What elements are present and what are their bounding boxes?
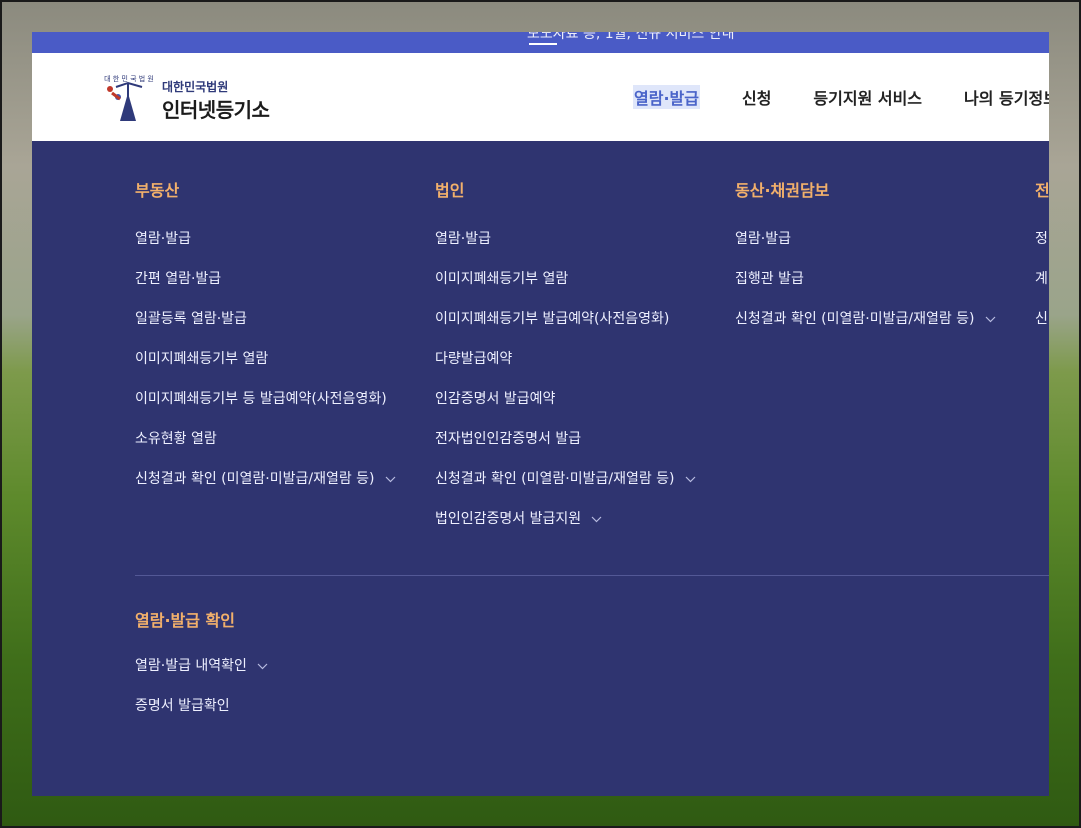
menu-link-expandable[interactable]: 신청결과 확인 (미열람·미발급/재열람 등) xyxy=(735,308,996,348)
chevron-down-icon xyxy=(685,476,695,482)
ticker-underline xyxy=(529,43,557,45)
nav-item-my-registry[interactable]: 나의 등기정보 xyxy=(964,85,1049,109)
menu-link[interactable]: 열람·발급 xyxy=(135,228,396,268)
menu-link-expandable[interactable]: 신청결과 확인 (미열람·미발급/재열람 등) xyxy=(435,468,696,508)
menu-link[interactable]: 이미지폐쇄등기부 열람 xyxy=(135,348,396,388)
menu-column-real-estate: 부동산 열람·발급 간편 열람·발급 일괄등록 열람·발급 이미지폐쇄등기부 열… xyxy=(135,177,396,508)
top-notice-bar: 보도자료 등, 1월, 신규 서비스 안내 xyxy=(32,32,1049,53)
menu-link[interactable]: 인감증명서 발급예약 xyxy=(435,388,696,428)
menu-link[interactable]: 이미지폐쇄등기부 발급예약(사전음영화) xyxy=(435,308,696,348)
court-emblem-icon: 대 한 민 국 법 원 xyxy=(104,74,154,121)
menu-link[interactable]: 계 xyxy=(1035,268,1049,308)
menu-link[interactable]: 열람·발급 xyxy=(735,228,996,268)
chevron-down-icon xyxy=(257,663,268,669)
menu-link[interactable]: 소유현황 열람 xyxy=(135,428,396,468)
menu-link-expandable[interactable]: 신청결과 확인 (미열람·미발급/재열람 등) xyxy=(135,468,396,508)
menu-column-electronic: 전 정 계 신 xyxy=(1035,177,1049,348)
mega-menu-panel: 부동산 열람·발급 간편 열람·발급 일괄등록 열람·발급 이미지폐쇄등기부 열… xyxy=(32,141,1049,796)
site-logo[interactable]: 대 한 민 국 법 원 대한민국법원 인터넷등기소 xyxy=(98,69,288,129)
column-title: 동산·채권담보 xyxy=(735,181,830,200)
menu-link[interactable]: 전자법인인감증명서 발급 xyxy=(435,428,696,468)
menu-link[interactable]: 신 xyxy=(1035,308,1049,348)
menu-link[interactable]: 열람·발급 xyxy=(435,228,696,268)
menu-link[interactable]: 이미지폐쇄등기부 열람 xyxy=(435,268,696,308)
menu-link[interactable]: 다량발급예약 xyxy=(435,348,696,388)
column-title: 열람·발급 확인 xyxy=(135,611,235,630)
main-nav: 열람·발급 신청 등기지원 서비스 나의 등기정보 xyxy=(633,53,1049,141)
column-title: 법인 xyxy=(435,181,465,200)
section-divider xyxy=(135,575,1049,576)
menu-link[interactable]: 간편 열람·발급 xyxy=(135,268,396,308)
menu-link-expandable[interactable]: 법인인감증명서 발급지원 xyxy=(435,508,696,548)
menu-link[interactable]: 일괄등록 열람·발급 xyxy=(135,308,396,348)
menu-link[interactable]: 이미지폐쇄등기부 등 발급예약(사전음영화) xyxy=(135,388,396,428)
menu-link[interactable]: 증명서 발급확인 xyxy=(135,695,268,735)
menu-link[interactable]: 집행관 발급 xyxy=(735,268,996,308)
nav-item-apply[interactable]: 신청 xyxy=(742,85,771,109)
column-title: 전 xyxy=(1035,181,1049,200)
chevron-down-icon xyxy=(985,316,995,322)
column-title: 부동산 xyxy=(135,181,180,200)
chevron-down-icon xyxy=(385,476,395,482)
menu-link[interactable]: 정 xyxy=(1035,228,1049,268)
site-header: 대 한 민 국 법 원 대한민국법원 인터넷등기소 열람·발급 신청 등기지원 … xyxy=(32,53,1049,141)
menu-link-expandable[interactable]: 열람·발급 내역확인 xyxy=(135,655,268,695)
notice-ticker[interactable]: 보도자료 등, 1월, 신규 서비스 안내 xyxy=(527,32,735,43)
nav-item-support-service[interactable]: 등기지원 서비스 xyxy=(813,85,922,109)
logo-title: 인터넷등기소 xyxy=(162,98,270,122)
menu-column-corporation: 법인 열람·발급 이미지폐쇄등기부 열람 이미지폐쇄등기부 발급예약(사전음영화… xyxy=(435,177,696,548)
chevron-down-icon xyxy=(591,516,602,522)
menu-column-verify: 열람·발급 확인 열람·발급 내역확인 증명서 발급확인 xyxy=(135,607,268,735)
nav-item-view-issue[interactable]: 열람·발급 xyxy=(633,85,700,109)
menu-column-movable-collateral: 동산·채권담보 열람·발급 집행관 발급 신청결과 확인 (미열람·미발급/재열… xyxy=(735,177,996,348)
emblem-arc-text: 대 한 민 국 법 원 xyxy=(104,74,154,83)
logo-subtitle: 대한민국법원 xyxy=(162,80,229,94)
